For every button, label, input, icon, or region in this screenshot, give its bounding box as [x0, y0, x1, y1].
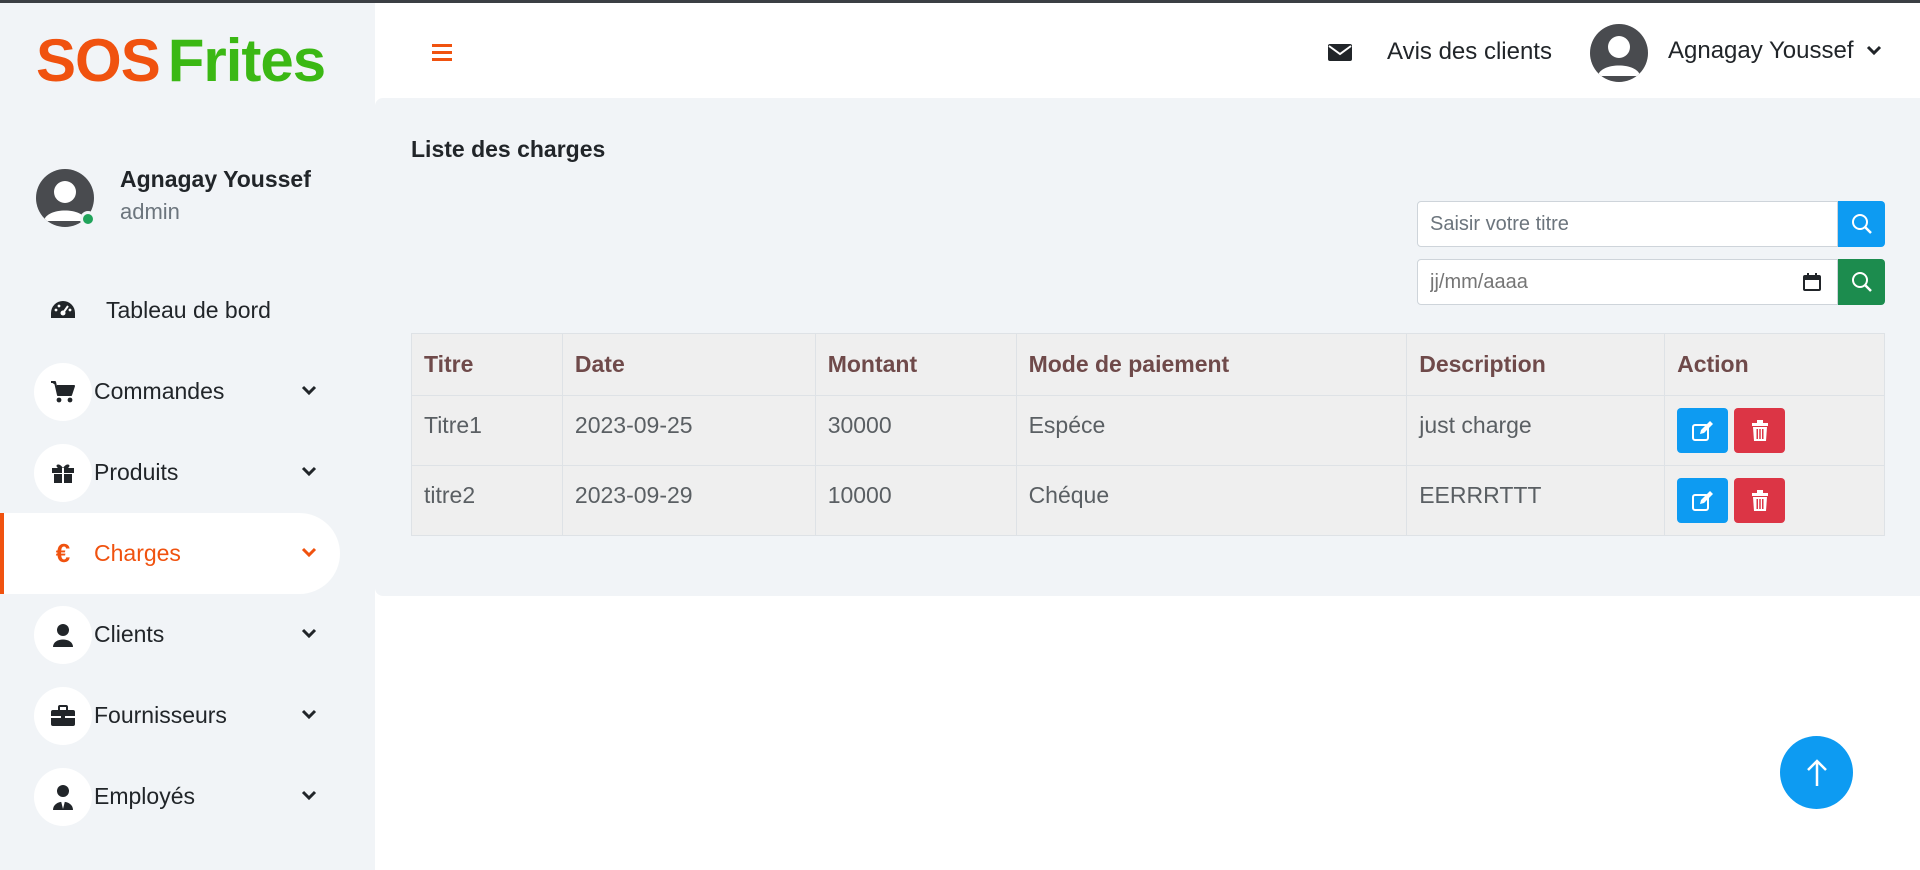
- chevron-down-icon: [301, 709, 317, 720]
- scroll-to-top-button[interactable]: [1780, 736, 1853, 809]
- gift-icon: [34, 443, 92, 502]
- search-button[interactable]: [1838, 201, 1885, 247]
- chevron-down-icon: [301, 547, 317, 558]
- sidebar-item-fournisseurs[interactable]: Fournisseurs: [0, 675, 340, 756]
- brand-part-sos: SOS: [36, 27, 161, 94]
- sidebar-menu: Tableau de bord Commandes Produits € Cha…: [0, 270, 375, 837]
- sidebar-item-tableau-de-bord[interactable]: Tableau de bord: [0, 270, 340, 351]
- header-user-name[interactable]: Agnagay Youssef: [1668, 37, 1854, 65]
- edit-button[interactable]: [1677, 408, 1729, 453]
- sidebar-item-commandes[interactable]: Commandes: [0, 351, 340, 432]
- sidebar-item-label: Fournisseurs: [94, 702, 227, 728]
- euro-icon: €: [55, 538, 71, 568]
- online-status-dot: [80, 211, 96, 227]
- calendar-icon[interactable]: [1803, 273, 1821, 291]
- date-search-button[interactable]: [1838, 259, 1885, 305]
- chevron-down-icon: [301, 466, 317, 477]
- hamburger-icon: [432, 44, 452, 61]
- trash-icon: [1751, 489, 1768, 511]
- chevron-down-icon: [301, 628, 317, 639]
- cell-actions: [1664, 465, 1885, 536]
- edit-button[interactable]: [1677, 478, 1729, 523]
- search-input[interactable]: [1417, 201, 1838, 247]
- cell-montant: 10000: [814, 465, 1017, 536]
- sidebar-item-employes[interactable]: Employés: [0, 756, 340, 837]
- chevron-down-icon[interactable]: [1866, 42, 1882, 58]
- cell-description: EERRRTTT: [1406, 465, 1666, 536]
- column-header-action: Action: [1664, 333, 1885, 396]
- reviews-link[interactable]: Avis des clients: [1387, 38, 1552, 66]
- sidebar-item-produits[interactable]: Produits: [0, 432, 340, 513]
- column-header-titre: Titre: [411, 333, 563, 396]
- gauge-icon: [34, 282, 92, 340]
- date-input[interactable]: [1417, 259, 1838, 305]
- charges-table: Titre Date Montant Mode de paiement Desc…: [411, 333, 1885, 536]
- cell-montant: 30000: [814, 395, 1017, 466]
- arrow-up-icon: [1806, 758, 1827, 786]
- sidebar-item-label: Tableau de bord: [106, 297, 271, 323]
- cell-titre: Titre1: [411, 395, 563, 466]
- reviews-button[interactable]: [1310, 22, 1370, 82]
- sidebar-profile: Agnagay Youssef admin: [36, 163, 356, 233]
- menu-toggle-button[interactable]: [412, 22, 472, 82]
- envelope-icon: [1328, 44, 1352, 61]
- chevron-down-icon: [301, 385, 317, 396]
- sidebar-item-label: Employés: [94, 783, 195, 809]
- sidebar-item-label: Commandes: [94, 378, 225, 404]
- date-filter: [1417, 259, 1885, 305]
- sidebar-item-label: Charges: [94, 540, 181, 566]
- sidebar-item-label: Produits: [94, 459, 179, 485]
- brand-logo[interactable]: SOS Frites: [36, 25, 326, 97]
- cell-description: just charge: [1406, 395, 1666, 466]
- cell-mode: Espéce: [1015, 395, 1408, 466]
- sidebar-item-label: Clients: [94, 621, 165, 647]
- search-icon: [1851, 272, 1872, 292]
- delete-button[interactable]: [1734, 408, 1786, 453]
- employee-icon: [34, 767, 92, 826]
- trash-icon: [1751, 419, 1768, 441]
- cart-icon: [34, 362, 92, 421]
- edit-icon: [1691, 490, 1713, 511]
- sidebar-item-clients[interactable]: Clients: [0, 594, 340, 675]
- search-icon: [1851, 214, 1872, 234]
- chevron-down-icon: [301, 790, 317, 801]
- cell-titre: titre2: [411, 465, 563, 536]
- header-avatar[interactable]: [1590, 24, 1648, 82]
- column-header-description: Description: [1406, 333, 1666, 396]
- table-row: Titre1 2023-09-25 30000 Espéce just char…: [411, 395, 1885, 466]
- table-row: titre2 2023-09-29 10000 Chéque EERRRTTT: [411, 465, 1885, 536]
- person-icon: [34, 605, 92, 664]
- cell-date: 2023-09-25: [561, 395, 816, 466]
- edit-icon: [1691, 420, 1713, 441]
- brand-part-frites: Frites: [167, 27, 326, 94]
- table-header-row: Titre Date Montant Mode de paiement Desc…: [411, 333, 1885, 396]
- cell-mode: Chéque: [1015, 465, 1408, 536]
- sidebar-item-charges[interactable]: € Charges: [0, 513, 340, 594]
- sidebar: SOS Frites Agnagay Youssef admin Tableau …: [0, 3, 375, 870]
- delete-button[interactable]: [1734, 478, 1786, 523]
- title-search: [1417, 201, 1885, 247]
- profile-name: Agnagay Youssef: [120, 166, 311, 192]
- cell-date: 2023-09-29: [561, 465, 816, 536]
- column-header-mode-paiement: Mode de paiement: [1015, 333, 1408, 396]
- column-header-montant: Montant: [814, 333, 1017, 396]
- page-title: Liste des charges: [411, 136, 606, 162]
- cell-actions: [1664, 395, 1885, 466]
- briefcase-icon: [34, 686, 92, 745]
- column-header-date: Date: [561, 333, 816, 396]
- profile-role: admin: [120, 199, 180, 224]
